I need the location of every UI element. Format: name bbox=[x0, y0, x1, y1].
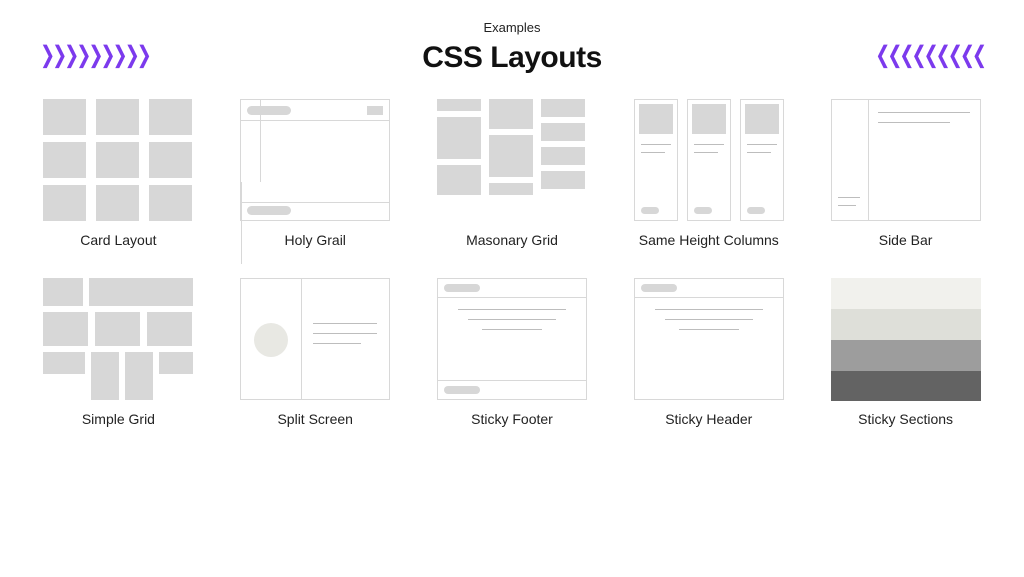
label-split-screen: Split Screen bbox=[277, 410, 352, 429]
thumbnail-simple-grid bbox=[43, 278, 193, 400]
thumbnail-card-layout bbox=[43, 99, 193, 221]
page-title: CSS Layouts bbox=[422, 41, 602, 75]
label-card-layout: Card Layout bbox=[80, 231, 156, 250]
thumbnail-sticky-header bbox=[634, 278, 784, 400]
layout-same-height-columns[interactable]: Same Height Columns bbox=[630, 99, 787, 250]
header: Examples ❯❯❯❯❯❯❯❯❯ CSS Layouts ❮❮❮❮❮❮❮❮❮ bbox=[40, 20, 984, 75]
label-holy-grail: Holy Grail bbox=[284, 231, 345, 250]
eyebrow-text: Examples bbox=[40, 20, 984, 35]
layout-holy-grail[interactable]: Holy Grail bbox=[237, 99, 394, 250]
layout-sticky-footer[interactable]: Sticky Footer bbox=[434, 278, 591, 429]
layout-simple-grid[interactable]: Simple Grid bbox=[40, 278, 197, 429]
thumbnail-holy-grail bbox=[240, 99, 390, 221]
label-sticky-footer: Sticky Footer bbox=[471, 410, 553, 429]
label-simple-grid: Simple Grid bbox=[82, 410, 155, 429]
thumbnail-side-bar bbox=[831, 99, 981, 221]
label-sticky-header: Sticky Header bbox=[665, 410, 752, 429]
layout-sticky-sections[interactable]: Sticky Sections bbox=[827, 278, 984, 429]
layout-sticky-header[interactable]: Sticky Header bbox=[630, 278, 787, 429]
label-sticky-sections: Sticky Sections bbox=[858, 410, 953, 429]
thumbnail-same-height-columns bbox=[634, 99, 784, 221]
label-side-bar: Side Bar bbox=[879, 231, 933, 250]
thumbnail-sticky-sections bbox=[831, 278, 981, 400]
layout-masonry-grid[interactable]: Masonary Grid bbox=[434, 99, 591, 250]
chevron-left-icon: ❮❮❮❮❮❮❮❮❮ bbox=[875, 42, 984, 69]
thumbnail-split-screen bbox=[240, 278, 390, 400]
thumbnail-masonry-grid bbox=[437, 99, 587, 221]
label-masonry-grid: Masonary Grid bbox=[466, 231, 558, 250]
layout-split-screen[interactable]: Split Screen bbox=[237, 278, 394, 429]
layout-side-bar[interactable]: Side Bar bbox=[827, 99, 984, 250]
thumbnail-sticky-footer bbox=[437, 278, 587, 400]
layout-grid: Card Layout Holy Grail Masonary Grid bbox=[40, 99, 984, 429]
page: Examples ❯❯❯❯❯❯❯❯❯ CSS Layouts ❮❮❮❮❮❮❮❮❮… bbox=[0, 0, 1024, 439]
title-row: ❯❯❯❯❯❯❯❯❯ CSS Layouts ❮❮❮❮❮❮❮❮❮ bbox=[40, 41, 984, 75]
layout-card-layout[interactable]: Card Layout bbox=[40, 99, 197, 250]
chevron-right-icon: ❯❯❯❯❯❯❯❯❯ bbox=[40, 42, 149, 69]
label-same-height-columns: Same Height Columns bbox=[639, 231, 779, 250]
